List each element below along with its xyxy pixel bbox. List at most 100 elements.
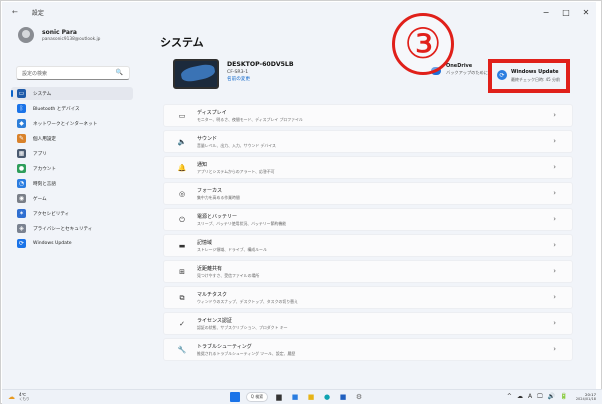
sidebar-item[interactable]: ✶ アクセシビリティ: [11, 207, 133, 220]
sound-icon: 🔈: [177, 138, 187, 146]
storage-icon: ▬: [178, 242, 186, 250]
task-view-icon[interactable]: ▆: [274, 392, 284, 402]
chevron-right-icon: ›: [553, 215, 556, 223]
settings-row-subtitle: 集中力を高める作業時間: [197, 195, 240, 200]
sidebar-item[interactable]: ᛒ Bluetooth とデバイス: [11, 102, 133, 115]
accessibility-icon: ✶: [17, 209, 26, 218]
settings-row[interactable]: 🔈 サウンド 音量レベル、出力、入力、サウンド デバイス ›: [163, 130, 573, 153]
sidebar-item-label: アクセシビリティ: [33, 211, 70, 217]
settings-row-subtitle: アプリとシステムからのアラート、応答不可: [197, 169, 275, 174]
user-name: sonic Para: [42, 28, 77, 36]
weather-text: くもり: [19, 397, 30, 401]
clock-icon: ◔: [17, 179, 26, 188]
minimize-button[interactable]: −: [536, 2, 556, 22]
sidebar-item-label: アプリ: [33, 151, 47, 157]
share-icon: ⊞: [179, 268, 185, 276]
battery-icon[interactable]: 🔋: [560, 393, 567, 400]
chevron-right-icon: ›: [553, 319, 556, 327]
app-title: 設定: [31, 9, 44, 17]
sidebar-item[interactable]: ⟳ Windows Update: [11, 237, 133, 250]
power-icon: ⏻: [179, 215, 185, 224]
account-icon: ●: [17, 164, 26, 173]
settings-row[interactable]: ▬ 記憶域 ストレージ領域、ドライブ、構成ルール ›: [163, 234, 573, 257]
activation-icon: ✓: [179, 320, 185, 328]
network-tray-icon[interactable]: 🖵: [537, 393, 543, 401]
sidebar-item[interactable]: ✎ 個人用設定: [11, 132, 133, 145]
game-icon: ◉: [17, 194, 26, 203]
windows-update-subtitle: 最終チェック日時: 45 分前: [511, 77, 560, 82]
shield-icon: ◈: [17, 224, 26, 233]
sidebar-item[interactable]: ◉ ゲーム: [11, 192, 133, 205]
settings-row[interactable]: ⊞ 近距離共有 見つけやすさ、受信ファイルの場所 ›: [163, 260, 573, 283]
step-number: ③: [404, 19, 442, 68]
settings-row[interactable]: ◎ フォーカス 集中力を高める作業時間 ›: [163, 182, 573, 205]
sidebar-item[interactable]: ◔ 時刻と言語: [11, 177, 133, 190]
sidebar-item[interactable]: ◆ ネットワークとインターネット: [11, 117, 133, 130]
search-icon: 🔍: [115, 69, 123, 76]
display-icon: ▭: [178, 112, 186, 120]
clock-date: 2024/01/18: [575, 397, 596, 401]
settings-row[interactable]: 🔧 トラブルシューティング 推奨されるトラブルシューティング ツール、設定、履歴 ›: [163, 338, 573, 361]
settings-window: ← 設定 − □ ✕ sonic Para panasonic9138@outl…: [2, 2, 596, 389]
tray-overflow-icon[interactable]: ^: [507, 393, 512, 400]
settings-row-title: 記憶域: [197, 240, 213, 246]
onedrive-tray-icon[interactable]: ☁: [517, 393, 523, 400]
chat-icon[interactable]: ■: [290, 392, 300, 402]
folder-icon[interactable]: ■: [306, 392, 316, 402]
settings-row-subtitle: 推奨されるトラブルシューティング ツール、設定、履歴: [197, 351, 296, 356]
settings-list: ▭ ディスプレイ モニター、明るさ、夜間モード、ディスプレイ プロファイル › 🔈 サウン…: [163, 104, 573, 364]
chevron-right-icon: ›: [553, 189, 556, 197]
rename-link[interactable]: 名前の変更: [227, 76, 294, 82]
user-profile[interactable]: sonic Para panasonic9138@outlook.jp: [18, 27, 100, 43]
settings-row[interactable]: ⧉ マルチタスク ウィンドウのスナップ、デスクトップ、タスクの切り替え ›: [163, 286, 573, 309]
ime-icon[interactable]: A: [528, 393, 532, 400]
settings-row[interactable]: ✓ ライセンス認証 認証の状態、サブスクリプション、プロダクト キー ›: [163, 312, 573, 335]
sidebar-item[interactable]: ▦ アプリ: [11, 147, 133, 160]
windows-start-icon[interactable]: [230, 392, 240, 402]
settings-row-subtitle: 音量レベル、出力、入力、サウンド デバイス: [197, 143, 276, 148]
brush-icon: ✎: [17, 134, 26, 143]
sidebar-item-label: ネットワークとインターネット: [33, 121, 98, 127]
clock[interactable]: 20:17 2024/01/18: [576, 392, 596, 401]
taskbar-apps: Q 検索 ▆ ■ ■ ● ■ ⚙: [230, 392, 370, 402]
device-name: DESKTOP-60DV5LB: [227, 61, 294, 68]
screenshot-frame: ← 設定 − □ ✕ sonic Para panasonic9138@outl…: [0, 0, 602, 404]
settings-gear-icon[interactable]: ⚙: [354, 392, 364, 402]
volume-icon[interactable]: 🔊: [548, 393, 555, 400]
search-input[interactable]: 設定の検索 🔍: [16, 66, 130, 80]
device-wallpaper-thumbnail: [173, 59, 219, 89]
settings-row[interactable]: 🔔 通知 アプリとシステムからのアラート、応答不可 ›: [163, 156, 573, 179]
focus-icon: ◎: [178, 190, 186, 198]
settings-row-title: 電源とバッテリー: [197, 214, 238, 220]
sidebar-item[interactable]: ● アカウント: [11, 162, 133, 175]
sidebar-item-label: アカウント: [33, 166, 56, 172]
bluetooth-icon: ᛒ: [17, 104, 26, 113]
sidebar-item-label: 時刻と言語: [33, 181, 56, 187]
sidebar-item[interactable]: ▭ システム: [11, 87, 133, 100]
settings-row-title: 近距離共有: [197, 266, 223, 272]
taskbar-search[interactable]: Q 検索: [246, 392, 268, 402]
search-placeholder: 設定の検索: [22, 71, 48, 77]
sidebar-item-label: ゲーム: [33, 196, 47, 202]
edge-icon[interactable]: ●: [322, 392, 332, 402]
settings-row[interactable]: ⏻ 電源とバッテリー スリープ、バッテリ使用状況、バッテリー節約機能 ›: [163, 208, 573, 231]
page-title: システム: [160, 36, 204, 49]
sidebar-item[interactable]: ◈ プライバシーとセキュリティ: [11, 222, 133, 235]
close-button[interactable]: ✕: [576, 2, 596, 22]
settings-row-title: フォーカス: [197, 188, 223, 194]
windows-update-tile[interactable]: ⟳ Windows Update 最終チェック日時: 45 分前: [488, 59, 570, 93]
wrench-icon: 🔧: [177, 346, 187, 354]
store-icon[interactable]: ■: [338, 392, 348, 402]
chevron-right-icon: ›: [553, 267, 556, 275]
maximize-button[interactable]: □: [556, 2, 576, 22]
sidebar-item-label: Bluetooth とデバイス: [33, 106, 80, 112]
settings-row[interactable]: ▭ ディスプレイ モニター、明るさ、夜間モード、ディスプレイ プロファイル ›: [163, 104, 573, 127]
window-controls: − □ ✕: [536, 2, 596, 22]
device-model: CF-SR3-1: [227, 70, 249, 75]
sidebar-item-label: Windows Update: [33, 241, 72, 246]
system-tray: ^ ☁ A 🖵 🔊 🔋 20:17 2024/01/18: [502, 392, 596, 401]
windows-update-title: Windows Update: [511, 69, 559, 75]
settings-row-subtitle: ストレージ領域、ドライブ、構成ルール: [197, 247, 267, 252]
back-button[interactable]: ←: [12, 8, 18, 16]
weather-widget[interactable]: ☁ 4℃ くもり: [8, 392, 30, 402]
